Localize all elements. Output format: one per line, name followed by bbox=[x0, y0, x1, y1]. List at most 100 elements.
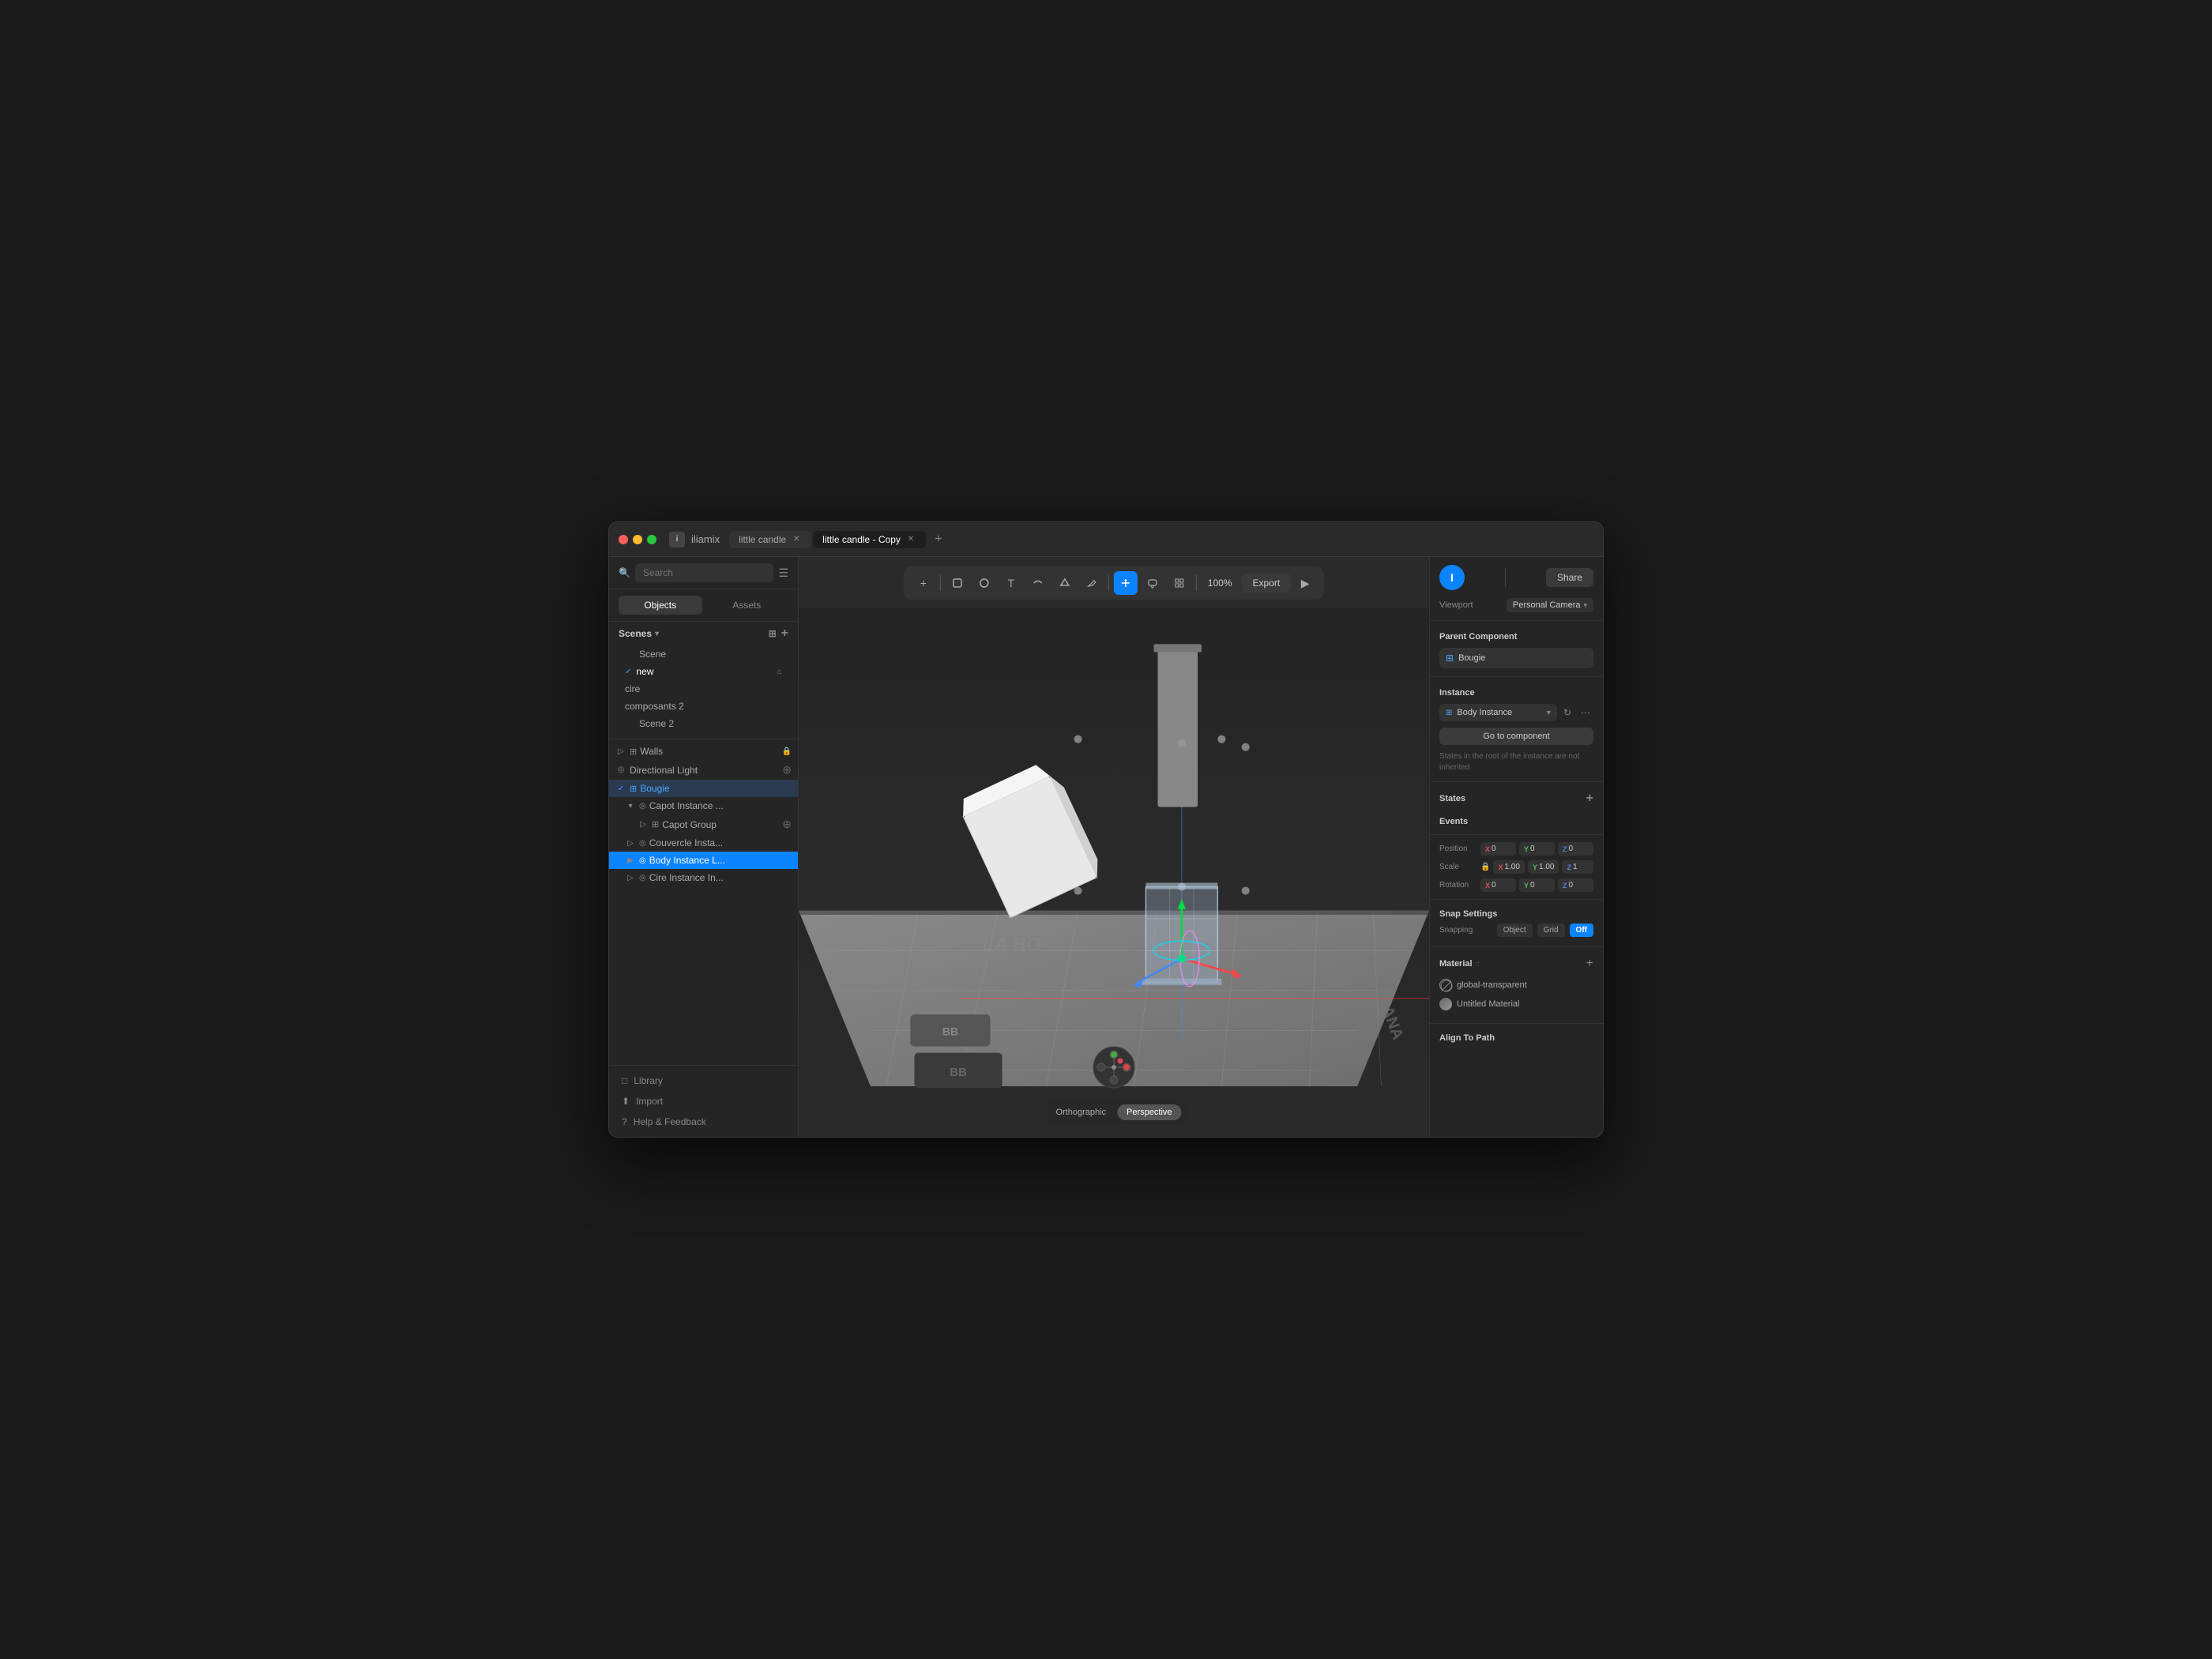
position-x-field[interactable]: X 0 bbox=[1480, 842, 1516, 856]
tree-item-directional-light[interactable]: ◎ Directional Light ⊕ bbox=[609, 760, 798, 780]
scenes-add-icon[interactable]: + bbox=[781, 626, 788, 641]
play-button[interactable]: ▶ bbox=[1294, 572, 1316, 594]
scene-item-new[interactable]: ✓ new ⌂ bbox=[609, 663, 798, 680]
arc-tool-button[interactable] bbox=[1026, 571, 1050, 595]
maximize-button[interactable] bbox=[647, 535, 656, 544]
close-button[interactable] bbox=[619, 535, 628, 544]
light-add-icon[interactable]: ⊕ bbox=[782, 763, 792, 777]
scene-item-composants[interactable]: composants 2 bbox=[609, 698, 798, 715]
tab-little-candle[interactable]: little candle ✕ bbox=[729, 531, 811, 548]
material-header: Material :: + bbox=[1439, 957, 1593, 971]
right-panel: I Share Viewport Personal Camera ▾ Paren… bbox=[1429, 557, 1603, 1137]
tree-item-capot-group[interactable]: ▷ ⊞ Capot Group ⊕ bbox=[609, 814, 798, 834]
search-icon: 🔍 bbox=[619, 567, 630, 578]
material-add-icon[interactable]: + bbox=[1586, 957, 1593, 971]
tab-close-2[interactable]: ✕ bbox=[905, 534, 916, 545]
capot-group-expand-icon: ▷ bbox=[638, 820, 649, 829]
cire-expand-icon: ▷ bbox=[625, 874, 636, 882]
scale-z-field[interactable]: Z 1 bbox=[1562, 860, 1593, 874]
rotation-z-field[interactable]: Z 0 bbox=[1558, 878, 1593, 892]
shape-tool-button[interactable] bbox=[1053, 571, 1077, 595]
toolbar-separator-2 bbox=[1108, 575, 1109, 591]
help-link[interactable]: ? Help & Feedback bbox=[619, 1113, 788, 1130]
tree-item-cire-instance[interactable]: ▷ ◎ Cire Instance In... bbox=[609, 869, 798, 886]
capot-group-add-icon[interactable]: ⊕ bbox=[782, 818, 792, 831]
share-button[interactable]: Share bbox=[1546, 568, 1593, 587]
position-y-field[interactable]: Y 0 bbox=[1519, 842, 1555, 856]
go-to-component-button[interactable]: Go to component bbox=[1439, 728, 1593, 745]
snap-row: Snapping Object Grid Off bbox=[1439, 924, 1593, 937]
rp-header: I Share bbox=[1430, 557, 1603, 595]
instance-title: Instance bbox=[1430, 682, 1603, 701]
bougie-icon: ⊞ bbox=[1446, 653, 1454, 664]
bottom-links: □ Library ⬆ Import ? Help & Feedback bbox=[609, 1065, 798, 1137]
import-link[interactable]: ⬆ Import bbox=[619, 1093, 788, 1110]
library-link[interactable]: □ Library bbox=[619, 1072, 788, 1089]
text-tool-button[interactable]: T bbox=[999, 571, 1023, 595]
position-z-field[interactable]: Z 0 bbox=[1558, 842, 1593, 856]
grid-snap-button[interactable]: Grid bbox=[1537, 924, 1565, 937]
tab-close-1[interactable]: ✕ bbox=[791, 534, 802, 545]
bougie-component[interactable]: ⊞ Bougie bbox=[1439, 648, 1593, 668]
bougie-check-icon: ✓ bbox=[615, 784, 626, 793]
object-snap-button[interactable]: Object bbox=[1497, 924, 1533, 937]
home-icon: ⌂ bbox=[777, 668, 782, 676]
scene-list: Scene ✓ new ⌂ cire composants 2 Scene 2 bbox=[609, 645, 798, 739]
scale-y-field[interactable]: Y 1.00 bbox=[1528, 860, 1559, 874]
move-tool-button[interactable] bbox=[1114, 571, 1138, 595]
menu-icon[interactable]: ☰ bbox=[778, 566, 788, 580]
states-add-icon[interactable]: + bbox=[1586, 792, 1593, 806]
material-item-untitled[interactable]: Untitled Material bbox=[1439, 995, 1593, 1014]
tree-item-walls[interactable]: ▷ ⊞ Walls 🔒 bbox=[609, 743, 798, 760]
scene-item-scene2[interactable]: Scene 2 bbox=[609, 715, 798, 732]
align-to-path-title: Align To Path bbox=[1439, 1033, 1593, 1043]
perspective-button[interactable]: Perspective bbox=[1117, 1104, 1181, 1120]
snap-off-toggle[interactable]: Off bbox=[1570, 924, 1593, 937]
toolbar: + T bbox=[904, 566, 1324, 600]
rotation-x-field[interactable]: X 0 bbox=[1480, 878, 1516, 892]
tree-item-couvercle[interactable]: ▷ ◎ Couvercle Insta... bbox=[609, 834, 798, 852]
app-icon: i bbox=[669, 532, 685, 547]
scenes-grid-icon[interactable]: ⊞ bbox=[769, 628, 777, 639]
app-window: i iliamix little candle ✕ little candle … bbox=[608, 521, 1604, 1138]
camera-selector[interactable]: Personal Camera ▾ bbox=[1507, 598, 1593, 612]
search-input[interactable] bbox=[635, 563, 773, 582]
separator-4 bbox=[1430, 834, 1603, 835]
material-section: Material :: + global-transparent bbox=[1430, 952, 1603, 1018]
minimize-button[interactable] bbox=[633, 535, 642, 544]
tab-little-candle-copy[interactable]: little candle - Copy ✕ bbox=[813, 531, 926, 548]
scene-check-icon: ✓ bbox=[625, 668, 631, 676]
tab-objects[interactable]: Objects bbox=[619, 596, 702, 615]
circle-tool-button[interactable] bbox=[972, 571, 996, 595]
tree-item-capot-instance[interactable]: ▾ ◎ Capot Instance ... bbox=[609, 797, 798, 814]
pen-tool-button[interactable] bbox=[1080, 571, 1104, 595]
select-tool-button[interactable] bbox=[946, 571, 969, 595]
body-instance-icon: ◎ bbox=[639, 856, 646, 865]
scene-item-cire[interactable]: cire bbox=[609, 680, 798, 698]
comment-tool-button[interactable] bbox=[1141, 571, 1164, 595]
material-dots-icon: :: bbox=[1476, 960, 1480, 968]
scale-x-field[interactable]: X 1.00 bbox=[1493, 860, 1525, 874]
rotation-row: Rotation X 0 Y 0 Z 0 bbox=[1430, 876, 1603, 894]
add-tool-button[interactable]: + bbox=[912, 571, 935, 595]
tree-item-body-instance[interactable]: ▶ ◎ Body Instance L... bbox=[609, 852, 798, 869]
export-button[interactable]: Export bbox=[1242, 574, 1292, 592]
zoom-label: 100% bbox=[1202, 577, 1239, 589]
instance-more-icon[interactable]: ⋯ bbox=[1578, 704, 1593, 721]
instance-icon: ⊞ bbox=[1446, 709, 1452, 717]
search-bar: 🔍 ☰ bbox=[609, 557, 798, 589]
material-item-transparent[interactable]: global-transparent bbox=[1439, 976, 1593, 995]
tab-assets[interactable]: Assets bbox=[705, 596, 789, 615]
instance-selector[interactable]: ⊞ Body Instance ▾ bbox=[1439, 704, 1557, 721]
scene-item-scene[interactable]: Scene bbox=[609, 645, 798, 663]
scale-lock-icon[interactable]: 🔒 bbox=[1480, 863, 1490, 871]
tree-item-bougie[interactable]: ✓ ⊞ Bougie bbox=[609, 780, 798, 797]
walls-expand-icon: ▷ bbox=[615, 747, 626, 756]
toolbar-separator-3 bbox=[1196, 575, 1197, 591]
rotation-y-field[interactable]: Y 0 bbox=[1519, 878, 1555, 892]
orthographic-button[interactable]: Orthographic bbox=[1046, 1104, 1115, 1120]
grid-tool-button[interactable] bbox=[1168, 571, 1191, 595]
nav-gizmo[interactable] bbox=[1092, 1045, 1136, 1089]
tab-add-button[interactable]: + bbox=[927, 529, 950, 551]
instance-refresh-icon[interactable]: ↻ bbox=[1560, 704, 1574, 721]
